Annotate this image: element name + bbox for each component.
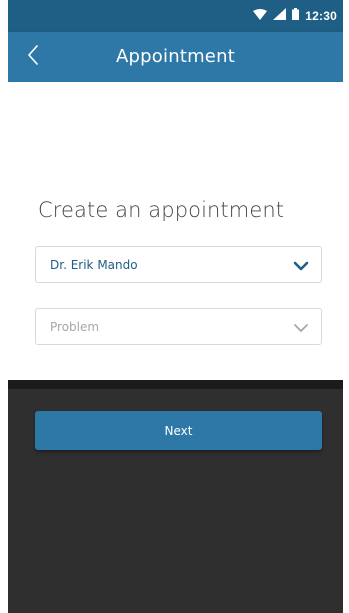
status-bar: 12:30 bbox=[8, 0, 343, 32]
status-time: 12:30 bbox=[305, 9, 337, 23]
form-heading: Create an appointment bbox=[38, 198, 285, 222]
chevron-left-icon bbox=[27, 44, 39, 70]
signal-icon bbox=[273, 7, 287, 25]
chevron-down-icon bbox=[293, 321, 309, 333]
battery-icon bbox=[292, 7, 300, 25]
page-title: Appointment bbox=[116, 46, 235, 67]
appointment-form: Create an appointment Dr. Erik Mando Pro… bbox=[8, 82, 343, 380]
doctor-select[interactable]: Dr. Erik Mando bbox=[35, 246, 322, 283]
wifi-icon bbox=[253, 7, 268, 25]
chevron-down-icon bbox=[293, 259, 309, 271]
panel-divider bbox=[8, 380, 343, 389]
back-button[interactable] bbox=[16, 40, 50, 74]
problem-select-placeholder: Problem bbox=[50, 320, 100, 334]
doctor-select-value: Dr. Erik Mando bbox=[50, 258, 138, 272]
status-icons: 12:30 bbox=[253, 0, 337, 32]
app-bar: Appointment bbox=[8, 32, 343, 82]
problem-select[interactable]: Problem bbox=[35, 308, 322, 345]
app-screen: 12:30 Appointment Create an appointment … bbox=[8, 0, 343, 613]
bottom-panel: Next bbox=[8, 380, 343, 613]
next-button[interactable]: Next bbox=[35, 411, 322, 450]
